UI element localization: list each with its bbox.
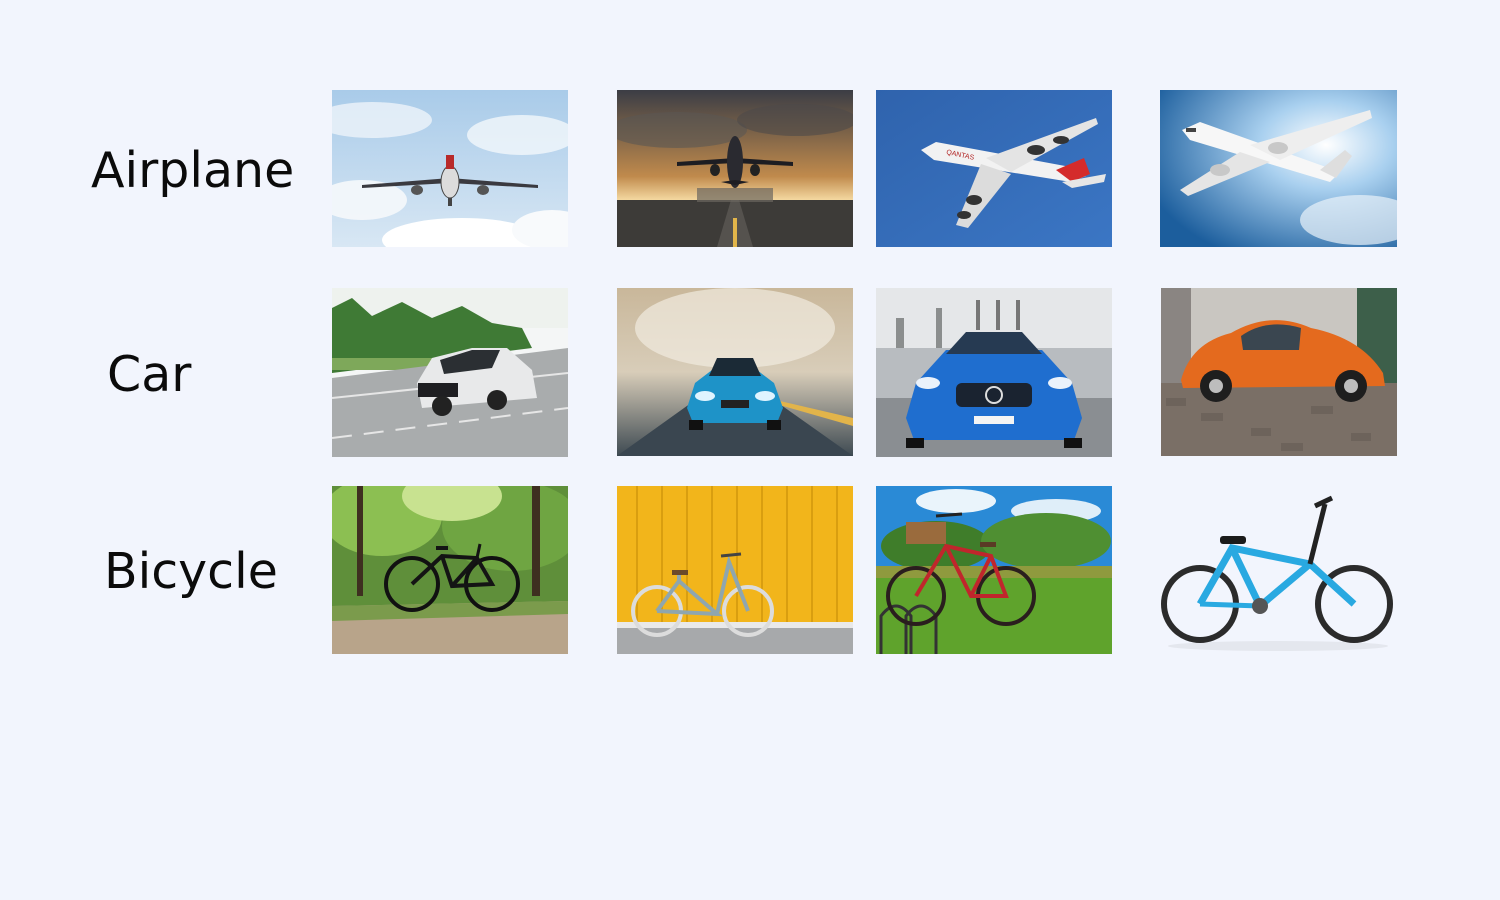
- bicycle-photo-3: [876, 486, 1112, 654]
- row-label-bicycle: Bicycle: [104, 543, 278, 600]
- airplane-photo-3: QANTAS: [876, 90, 1112, 247]
- airplane-photo-2: [617, 90, 853, 247]
- row-label-airplane: Airplane: [91, 142, 295, 199]
- car-photo-1: [332, 288, 568, 457]
- bicycle-photo-2: [617, 486, 853, 654]
- car-photo-4: [1161, 288, 1397, 456]
- car-photo-2: [617, 288, 853, 456]
- bicycle-photo-1: [332, 486, 568, 654]
- airplane-photo-4: [1160, 90, 1397, 247]
- row-label-car: Car: [107, 346, 192, 403]
- bicycle-photo-4: [1160, 486, 1397, 654]
- car-photo-3: [876, 288, 1112, 457]
- airplane-photo-1: [332, 90, 568, 247]
